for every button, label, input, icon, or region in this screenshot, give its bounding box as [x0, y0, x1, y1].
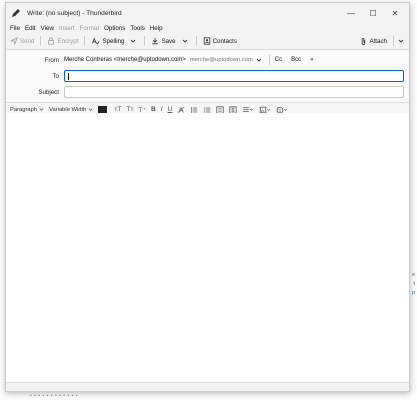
save-button[interactable]: Save — [151, 37, 176, 45]
lock-icon — [48, 37, 55, 45]
menu-options[interactable]: Options — [104, 25, 125, 32]
cc-button[interactable]: Cc — [275, 57, 282, 63]
to-label: To — [52, 72, 59, 80]
send-icon — [10, 37, 18, 45]
chevron-down-icon — [398, 39, 404, 43]
compose-window: Write: (no subject) - Thunderbird — ☐ ✕ … — [5, 2, 410, 392]
encrypt-button[interactable]: Encrypt — [47, 37, 78, 45]
text-caret — [68, 73, 69, 80]
background-window-edge: e t p — [410, 0, 417, 400]
toolbar-divider — [84, 36, 86, 46]
chevron-down-icon[interactable] — [256, 57, 262, 63]
background-text: ▪ ▪ ▪ ▪ ▪ ▪ ▪ ▪ ▪ ▪ ▪ ▪ — [30, 393, 79, 399]
to-row: To — [6, 68, 409, 84]
save-dropdown[interactable] — [182, 38, 190, 44]
underline-button[interactable]: U — [168, 106, 173, 113]
menu-edit[interactable]: Edit — [25, 25, 36, 32]
menu-bar: File Edit View Insert Format Options Too… — [6, 23, 409, 33]
toolbar-divider — [393, 36, 394, 46]
download-icon — [152, 37, 159, 45]
chevron-down-icon — [131, 39, 136, 43]
title-bar: Write: (no subject) - Thunderbird — ☐ ✕ — [6, 3, 409, 23]
from-label: From — [44, 56, 59, 64]
attach-dropdown[interactable] — [398, 38, 406, 44]
font-label: Variable Width — [49, 106, 87, 113]
bcc-button[interactable]: Bcc — [291, 57, 301, 63]
from-select[interactable]: Merche Contreras <merche@uptodown.com> — [64, 57, 186, 63]
spelling-button[interactable]: Spelling — [91, 37, 124, 45]
spellcheck-icon — [92, 37, 100, 45]
subject-row: Subject — [6, 84, 409, 100]
maximize-button[interactable]: ☐ — [362, 9, 384, 18]
compose-toolbar: Send Encrypt Spelling Save Contacts Atta… — [6, 33, 409, 50]
menu-view[interactable]: View — [41, 25, 54, 32]
toolbar-divider — [144, 36, 146, 46]
paragraph-format-select[interactable]: Paragraph — [10, 107, 44, 113]
toolbar-divider — [40, 36, 42, 46]
italic-button[interactable]: I — [161, 106, 163, 113]
address-book-icon — [203, 37, 210, 45]
contacts-label: Contacts — [212, 37, 237, 45]
header-divider — [268, 55, 270, 65]
close-button[interactable]: ✕ — [384, 9, 406, 18]
message-header: From Merche Contreras <merche@uptodown.c… — [6, 50, 409, 103]
status-bar — [6, 382, 409, 391]
subject-label: Subject — [38, 88, 59, 96]
save-label: Save — [161, 37, 176, 45]
menu-file[interactable]: File — [10, 25, 20, 32]
menu-format[interactable]: Format — [79, 25, 99, 32]
to-field[interactable] — [64, 70, 404, 82]
text-color-button[interactable] — [98, 106, 108, 113]
send-button[interactable]: Send — [10, 37, 34, 45]
message-body-editor[interactable] — [6, 113, 409, 391]
minimize-button[interactable]: — — [340, 9, 362, 18]
paperclip-icon — [362, 37, 366, 45]
spelling-dropdown[interactable] — [130, 38, 138, 44]
attach-button[interactable]: Attach — [360, 37, 387, 46]
smaller-text-button[interactable]: тT — [114, 106, 121, 113]
pen-icon — [11, 8, 25, 18]
window-title: Write: (no subject) - Thunderbird — [27, 9, 122, 17]
contacts-button[interactable]: Contacts — [203, 37, 237, 45]
menu-help[interactable]: Help — [150, 25, 163, 32]
menu-insert[interactable]: Insert — [59, 25, 74, 32]
attach-label: Attach — [369, 37, 387, 45]
bold-button[interactable]: B — [151, 106, 156, 113]
menu-tools[interactable]: Tools — [130, 25, 144, 32]
background-link: p — [411, 290, 415, 296]
background-text: e — [411, 272, 415, 278]
from-identity: merche@uptodown.com — [189, 57, 253, 63]
encrypt-label: Encrypt — [57, 37, 79, 45]
send-label: Send — [20, 37, 35, 45]
paragraph-label: Paragraph — [10, 106, 38, 113]
spelling-label: Spelling — [102, 37, 125, 45]
chevron-down-icon — [39, 108, 44, 111]
font-select[interactable]: Variable Width — [49, 107, 93, 113]
chevron-down-icon — [182, 39, 187, 43]
subject-field[interactable] — [64, 86, 404, 98]
larger-text-button[interactable]: Tт — [126, 106, 133, 113]
more-recipients-button[interactable]: » — [310, 57, 313, 63]
chevron-down-icon — [88, 108, 93, 111]
toolbar-divider — [195, 36, 197, 46]
background-text: t — [413, 281, 415, 287]
from-row: From Merche Contreras <merche@uptodown.c… — [6, 52, 409, 68]
